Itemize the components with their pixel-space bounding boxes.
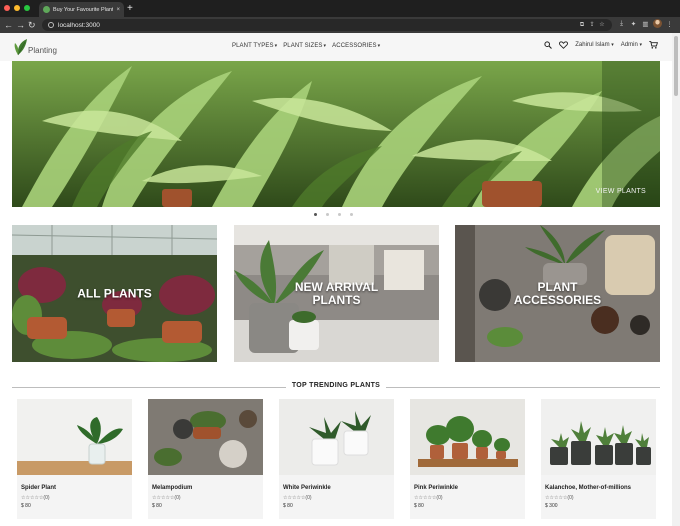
carousel-dot[interactable] [314, 213, 317, 216]
product-card[interactable]: Spider Plant ☆☆☆☆☆(0) $ 80 [17, 399, 132, 519]
category-label: ALL PLANTS [77, 286, 152, 300]
install-app-icon[interactable]: ⧉ [578, 21, 586, 29]
user-name: Zahirul Islam [575, 42, 610, 48]
product-rating: ☆☆☆☆☆(0) [21, 495, 50, 501]
product-name[interactable]: Pink Periwinkle [414, 485, 521, 491]
product-price: $ 80 [21, 503, 31, 509]
page-scrollbar[interactable] [672, 33, 680, 526]
carousel-dot[interactable] [350, 213, 353, 216]
address-bar[interactable]: localhost:3000 ⧉ ⇪ ☆ [42, 19, 612, 31]
address-url: localhost:3000 [58, 21, 100, 29]
product-info: Melampodium ☆☆☆☆☆(0) $ 80 [148, 475, 263, 519]
chevron-down-icon: ▾ [274, 43, 278, 49]
product-price: $ 80 [414, 503, 424, 509]
product-image[interactable] [279, 399, 394, 475]
extensions-puzzle-icon[interactable]: ✦ [629, 20, 638, 28]
category-new-arrival-plants[interactable]: NEW ARRIVAL PLANTS [234, 225, 439, 362]
forward-button[interactable]: → [16, 19, 25, 31]
product-name[interactable]: White Periwinkle [283, 485, 390, 491]
share-icon[interactable]: ⇪ [588, 21, 596, 29]
browser-menu-icon[interactable]: ⋮ [665, 20, 674, 28]
chevron-down-icon: ▾ [639, 42, 642, 48]
product-info: White Periwinkle ☆☆☆☆☆(0) $ 80 [279, 475, 394, 519]
user-menu[interactable]: Zahirul Islam ▾ [575, 42, 614, 48]
product-price: $ 80 [283, 503, 293, 509]
product-name[interactable]: Spider Plant [21, 485, 128, 491]
product-card[interactable]: Pink Periwinkle ☆☆☆☆☆(0) $ 80 [410, 399, 525, 519]
product-rating: ☆☆☆☆☆(0) [414, 495, 443, 501]
window-controls [4, 5, 30, 11]
category-label: PLANT ACCESSORIES [513, 279, 602, 307]
product-image[interactable] [17, 399, 132, 475]
admin-label: Admin [620, 42, 638, 48]
site-logo[interactable]: Planting [12, 38, 57, 56]
nav-label: PLANT TYPES [232, 43, 274, 49]
site-header: Planting PLANT TYPES▾ PLANT SIZES▾ ACCES… [0, 33, 672, 61]
main-nav: PLANT TYPES▾ PLANT SIZES▾ ACCESSORIES▾ [232, 43, 380, 49]
product-info: Kalanchoe, Mother-of-millions ☆☆☆☆☆(0) $… [541, 475, 656, 519]
tab-favicon-icon [43, 6, 50, 13]
product-info: Spider Plant ☆☆☆☆☆(0) $ 80 [17, 475, 132, 519]
nav-label: ACCESSORIES [332, 43, 377, 49]
new-tab-button[interactable]: + [127, 3, 133, 15]
product-rating: ☆☆☆☆☆(0) [545, 495, 574, 501]
search-icon[interactable] [544, 41, 553, 49]
hero-plants-image [12, 61, 660, 207]
product-name[interactable]: Melampodium [152, 485, 259, 491]
site-info-icon[interactable] [48, 22, 54, 28]
logo-text: Planting [28, 46, 57, 55]
back-button[interactable]: ← [4, 19, 13, 31]
carousel-dot[interactable] [338, 213, 341, 216]
hero-carousel[interactable]: VIEW PLANTS [12, 61, 660, 207]
header-actions: Zahirul Islam ▾ Admin ▾ [544, 41, 658, 49]
admin-menu[interactable]: Admin ▾ [621, 42, 642, 48]
category-label: NEW ARRIVAL PLANTS [294, 279, 379, 307]
nav-plant-sizes[interactable]: PLANT SIZES▾ [283, 43, 326, 49]
web-page: Planting PLANT TYPES▾ PLANT SIZES▾ ACCES… [0, 33, 672, 526]
tab-title: Buy Your Favourite Plants Onli... [53, 6, 113, 13]
trending-title: TOP TRENDING PLANTS [291, 382, 381, 389]
side-panel-icon[interactable]: ▥ [641, 20, 650, 28]
carousel-indicators [314, 213, 353, 216]
close-window-button[interactable] [4, 5, 10, 11]
product-name[interactable]: Kalanchoe, Mother-of-millions [545, 485, 652, 491]
trending-section-header: TOP TRENDING PLANTS [12, 382, 660, 392]
browser-toolbar: ← → ↻ localhost:3000 ⧉ ⇪ ☆ [0, 17, 680, 33]
category-plant-accessories[interactable]: PLANT ACCESSORIES [455, 225, 660, 362]
product-price: $ 80 [152, 503, 162, 509]
product-card[interactable]: Melampodium ☆☆☆☆☆(0) $ 80 [148, 399, 263, 519]
browser-tab-bar: Buy Your Favourite Plants Onli... × + [0, 0, 680, 17]
product-image[interactable] [410, 399, 525, 475]
nav-plant-types[interactable]: PLANT TYPES▾ [232, 43, 277, 49]
category-all-plants[interactable]: ALL PLANTS [12, 225, 217, 362]
chevron-down-icon: ▾ [611, 42, 614, 48]
carousel-dot[interactable] [326, 213, 329, 216]
product-rating: ☆☆☆☆☆(0) [283, 495, 312, 501]
product-card[interactable]: Kalanchoe, Mother-of-millions ☆☆☆☆☆(0) $… [541, 399, 656, 519]
tab-close-icon[interactable]: × [116, 7, 120, 13]
chevron-down-icon: ▾ [377, 43, 381, 49]
browser-extensions: ⤓ ✦ ▥ ⋮ [617, 19, 674, 28]
minimize-window-button[interactable] [14, 5, 20, 11]
nav-label: PLANT SIZES [283, 43, 323, 49]
download-icon[interactable]: ⤓ [617, 20, 626, 28]
product-price: $ 300 [545, 503, 558, 509]
product-card[interactable]: White Periwinkle ☆☆☆☆☆(0) $ 80 [279, 399, 394, 519]
maximize-window-button[interactable] [24, 5, 30, 11]
reload-button[interactable]: ↻ [28, 19, 36, 31]
product-rating: ☆☆☆☆☆(0) [152, 495, 181, 501]
scrollbar-thumb[interactable] [674, 36, 678, 96]
wishlist-heart-icon[interactable] [559, 41, 569, 49]
cart-icon[interactable] [649, 41, 658, 49]
product-image[interactable] [541, 399, 656, 475]
nav-accessories[interactable]: ACCESSORIES▾ [332, 43, 380, 49]
profile-avatar[interactable] [653, 19, 662, 28]
chevron-down-icon: ▾ [323, 43, 327, 49]
browser-tab[interactable]: Buy Your Favourite Plants Onli... × [39, 2, 124, 17]
bookmark-star-icon[interactable]: ☆ [598, 21, 606, 29]
product-info: Pink Periwinkle ☆☆☆☆☆(0) $ 80 [410, 475, 525, 519]
product-image[interactable] [148, 399, 263, 475]
view-plants-button[interactable]: VIEW PLANTS [596, 188, 646, 195]
